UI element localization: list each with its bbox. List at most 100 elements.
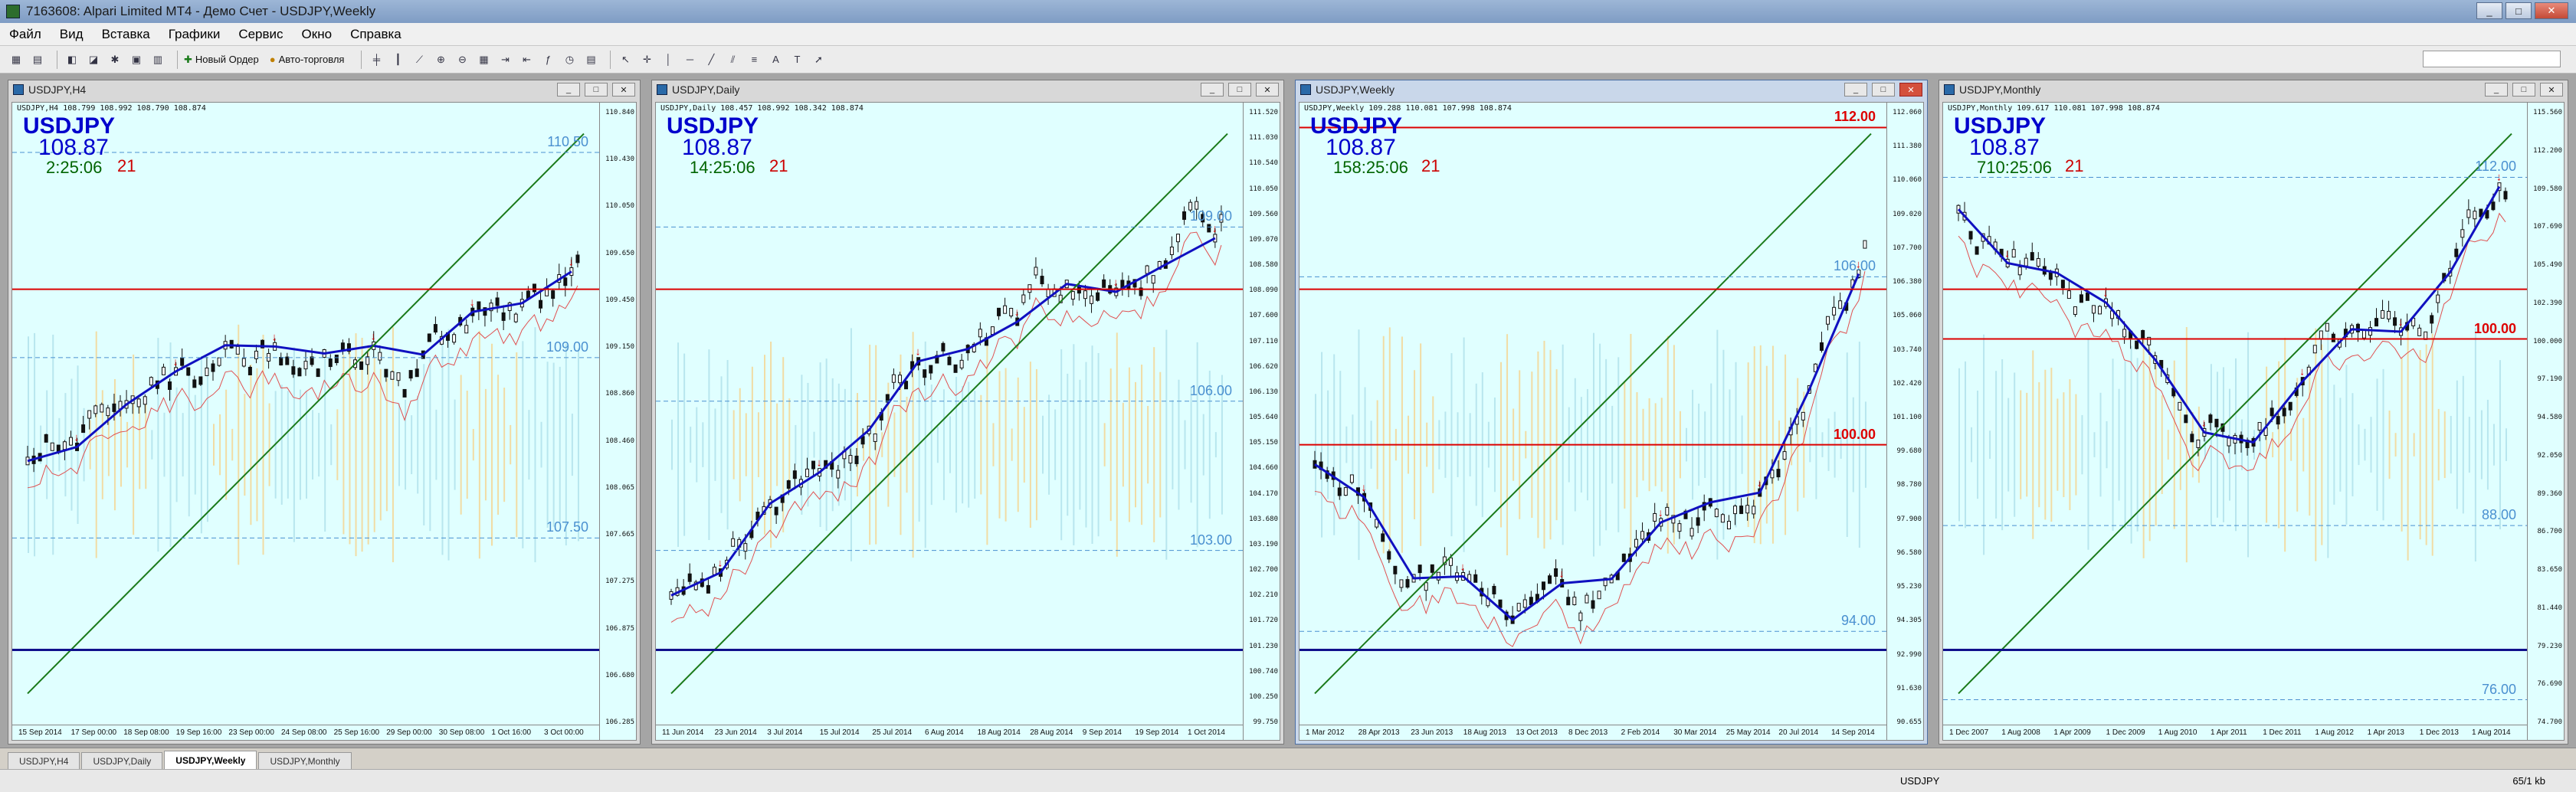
menu-help[interactable]: Справка	[350, 27, 401, 42]
menu-insert[interactable]: Вставка	[102, 27, 150, 42]
chart-close-button[interactable]: ✕	[1256, 83, 1279, 97]
histogram-bar	[2315, 328, 2317, 561]
arrows-icon[interactable]: ➚	[810, 51, 827, 68]
price-axis[interactable]: 110.840 110.430 110.050 109.650 109.450 109.1…	[599, 103, 636, 740]
chart-window-monthly[interactable]: USDJPY,Monthly _ □ ✕ ↓ ↓ ↓ ↓ ↓ ↓ 112.00 100.00 88.00…	[1939, 80, 2568, 745]
horizontal-line-icon[interactable]: ─	[681, 51, 698, 68]
close-button[interactable]: ✕	[2535, 2, 2568, 19]
new-order-button[interactable]: ✚ Новый Ордер	[184, 54, 259, 66]
navigator-icon[interactable]: ✱	[107, 51, 123, 68]
time-axis[interactable]: 1 Dec 2007 1 Aug 2008 1 Apr 2009 1 Dec 2009…	[1943, 725, 2527, 740]
chart-minimize-button[interactable]: _	[1201, 83, 1224, 97]
price-tick: 95.230	[1896, 583, 1922, 591]
price-chart[interactable]: ↓ ↓ ↓ ↓ ↓ ↓ 112.00 106.00 100.00 94.00 USDJPY,Week…	[1299, 102, 1924, 741]
time-axis[interactable]: 1 Mar 2012 28 Apr 2013 23 Jun 2013 18 Aug 2…	[1299, 725, 1886, 740]
candle-chart-icon[interactable]: ┃	[389, 51, 406, 68]
chart-window-title[interactable]: USDJPY,H4 _ □ ✕	[8, 80, 640, 99]
level-label: 106.00	[1833, 258, 1876, 274]
price-axis[interactable]: 111.520 111.030 110.540 110.050 109.560 109.0…	[1243, 103, 1280, 740]
histogram-bar	[392, 327, 394, 563]
channel-icon[interactable]: ⫽	[724, 51, 741, 68]
menu-window[interactable]: Окно	[302, 27, 333, 42]
chart-minimize-button[interactable]: _	[2485, 83, 2508, 97]
price-axis[interactable]: 115.560 112.200 109.580 107.690 105.490 102.3…	[2527, 103, 2564, 740]
chart-maximize-button[interactable]: □	[1228, 83, 1251, 97]
text-icon[interactable]: A	[767, 51, 784, 68]
tab-h4[interactable]: USDJPY,H4	[8, 752, 80, 769]
price-chart[interactable]: ↓ ↓ ↓ ↓ ↓ ↓ 110.50 109.00 107.50 USDJPY,H4 108.79…	[11, 102, 637, 741]
new-chart-icon[interactable]: ▦	[8, 51, 25, 68]
candle-body	[2288, 401, 2293, 411]
chart-close-button[interactable]: ✕	[612, 83, 635, 97]
candle-body	[1021, 294, 1026, 303]
candle-body	[1726, 521, 1731, 530]
zoom-out-icon[interactable]: ⊖	[454, 51, 470, 68]
chart-window-h4[interactable]: USDJPY,H4 _ □ ✕ ↓ ↓ ↓ ↓ ↓ ↓ 110.50 109.00 107.50 USDJ…	[8, 80, 641, 745]
vertical-line-icon[interactable]: │	[660, 51, 677, 68]
crosshair-icon[interactable]: ✛	[638, 51, 655, 68]
tab-daily[interactable]: USDJPY,Daily	[81, 752, 163, 769]
maximize-button[interactable]: □	[2506, 2, 2532, 19]
search-input[interactable]	[2423, 51, 2561, 67]
tab-weekly[interactable]: USDJPY,Weekly	[164, 751, 257, 769]
price-chart[interactable]: ↓ ↓ ↓ ↓ ↓ ↓ 109.00 106.00 103.00 USDJPY,Daily 108…	[655, 102, 1280, 741]
trendline-icon[interactable]: ╱	[703, 51, 719, 68]
tile-windows-icon[interactable]: ▦	[475, 51, 492, 68]
chart-window-title[interactable]: USDJPY,Daily _ □ ✕	[652, 80, 1283, 99]
histogram-bar	[751, 366, 753, 523]
tester-icon[interactable]: ▥	[149, 51, 166, 68]
label-icon[interactable]: T	[788, 51, 805, 68]
time-tick: 1 Dec 2007	[1949, 728, 1989, 737]
price-tick: 109.020	[1893, 210, 1922, 218]
bar-timer: 14:25:06	[690, 158, 755, 177]
chart-window-title[interactable]: USDJPY,Weekly _ □ ✕	[1296, 80, 1927, 99]
cursor-icon[interactable]: ↖	[617, 51, 634, 68]
periods-icon[interactable]: ◷	[561, 51, 578, 68]
price-axis[interactable]: 112.060 111.380 110.060 109.020 107.700 106.3…	[1886, 103, 1923, 740]
time-axis[interactable]: 11 Jun 2014 23 Jun 2014 3 Jul 2014 15 Jul 2…	[656, 725, 1243, 740]
chart-minimize-button[interactable]: _	[1844, 83, 1867, 97]
zoom-in-icon[interactable]: ⊕	[432, 51, 449, 68]
tab-monthly[interactable]: USDJPY,Monthly	[258, 752, 352, 769]
chart-window-title[interactable]: USDJPY,Monthly _ □ ✕	[1939, 80, 2568, 99]
autoscroll-icon[interactable]: ⇥	[497, 51, 513, 68]
chart-minimize-button[interactable]: _	[557, 83, 580, 97]
auto-trading-button[interactable]: ● Авто-торговля	[270, 54, 345, 65]
chart-window-daily[interactable]: USDJPY,Daily _ □ ✕ ↓ ↓ ↓ ↓ ↓ ↓ 109.00 106.00 103.00 U…	[651, 80, 1284, 745]
profiles-icon[interactable]: ▤	[29, 51, 46, 68]
candle-body	[712, 566, 716, 575]
chart-maximize-button[interactable]: □	[585, 83, 608, 97]
chart-close-button[interactable]: ✕	[2540, 83, 2563, 97]
menu-view[interactable]: Вид	[60, 27, 84, 42]
candle-body	[1430, 564, 1434, 573]
bar-chart-icon[interactable]: ╪	[368, 51, 385, 68]
candle-body	[2208, 414, 2213, 424]
chart-maximize-button[interactable]: □	[2512, 83, 2535, 97]
menu-charts[interactable]: Графики	[169, 27, 221, 42]
chart-title: USDJPY,Monthly	[1959, 83, 2041, 96]
terminal-icon[interactable]: ▣	[128, 51, 145, 68]
market-watch-icon[interactable]: ◧	[64, 51, 80, 68]
indicators-icon[interactable]: ƒ	[539, 51, 556, 68]
candle-body	[408, 370, 413, 379]
chart-shift-icon[interactable]: ⇤	[518, 51, 535, 68]
menu-tools[interactable]: Сервис	[238, 27, 283, 42]
histogram-bar	[417, 395, 419, 494]
chart-window-weekly[interactable]: USDJPY,Weekly _ □ ✕ ↓ ↓ ↓ ↓ ↓ ↓ 112.00 106.00 100.00…	[1295, 80, 1928, 745]
time-tick: 6 Aug 2014	[925, 728, 964, 737]
menu-file[interactable]: Файл	[9, 27, 41, 42]
data-window-icon[interactable]: ◪	[85, 51, 102, 68]
templates-icon[interactable]: ▤	[582, 51, 599, 68]
price-tick: 83.650	[2537, 566, 2562, 574]
price-tick: 109.560	[1249, 210, 1278, 218]
chart-close-button[interactable]: ✕	[1899, 83, 1922, 97]
fibonacci-icon[interactable]: ≡	[746, 51, 762, 68]
line-chart-icon[interactable]: ⟋	[411, 51, 428, 68]
candle-body	[1175, 234, 1180, 243]
time-axis[interactable]: 15 Sep 2014 17 Sep 00:00 18 Sep 08:00 19 Se…	[12, 725, 599, 740]
time-tick: 1 Apr 2013	[2367, 728, 2404, 737]
histogram-bar	[1122, 402, 1124, 487]
price-chart[interactable]: ↓ ↓ ↓ ↓ ↓ ↓ 112.00 100.00 88.00 76.00 USDJPY,Month…	[1942, 102, 2565, 741]
chart-maximize-button[interactable]: □	[1872, 83, 1895, 97]
minimize-button[interactable]: _	[2476, 2, 2502, 19]
